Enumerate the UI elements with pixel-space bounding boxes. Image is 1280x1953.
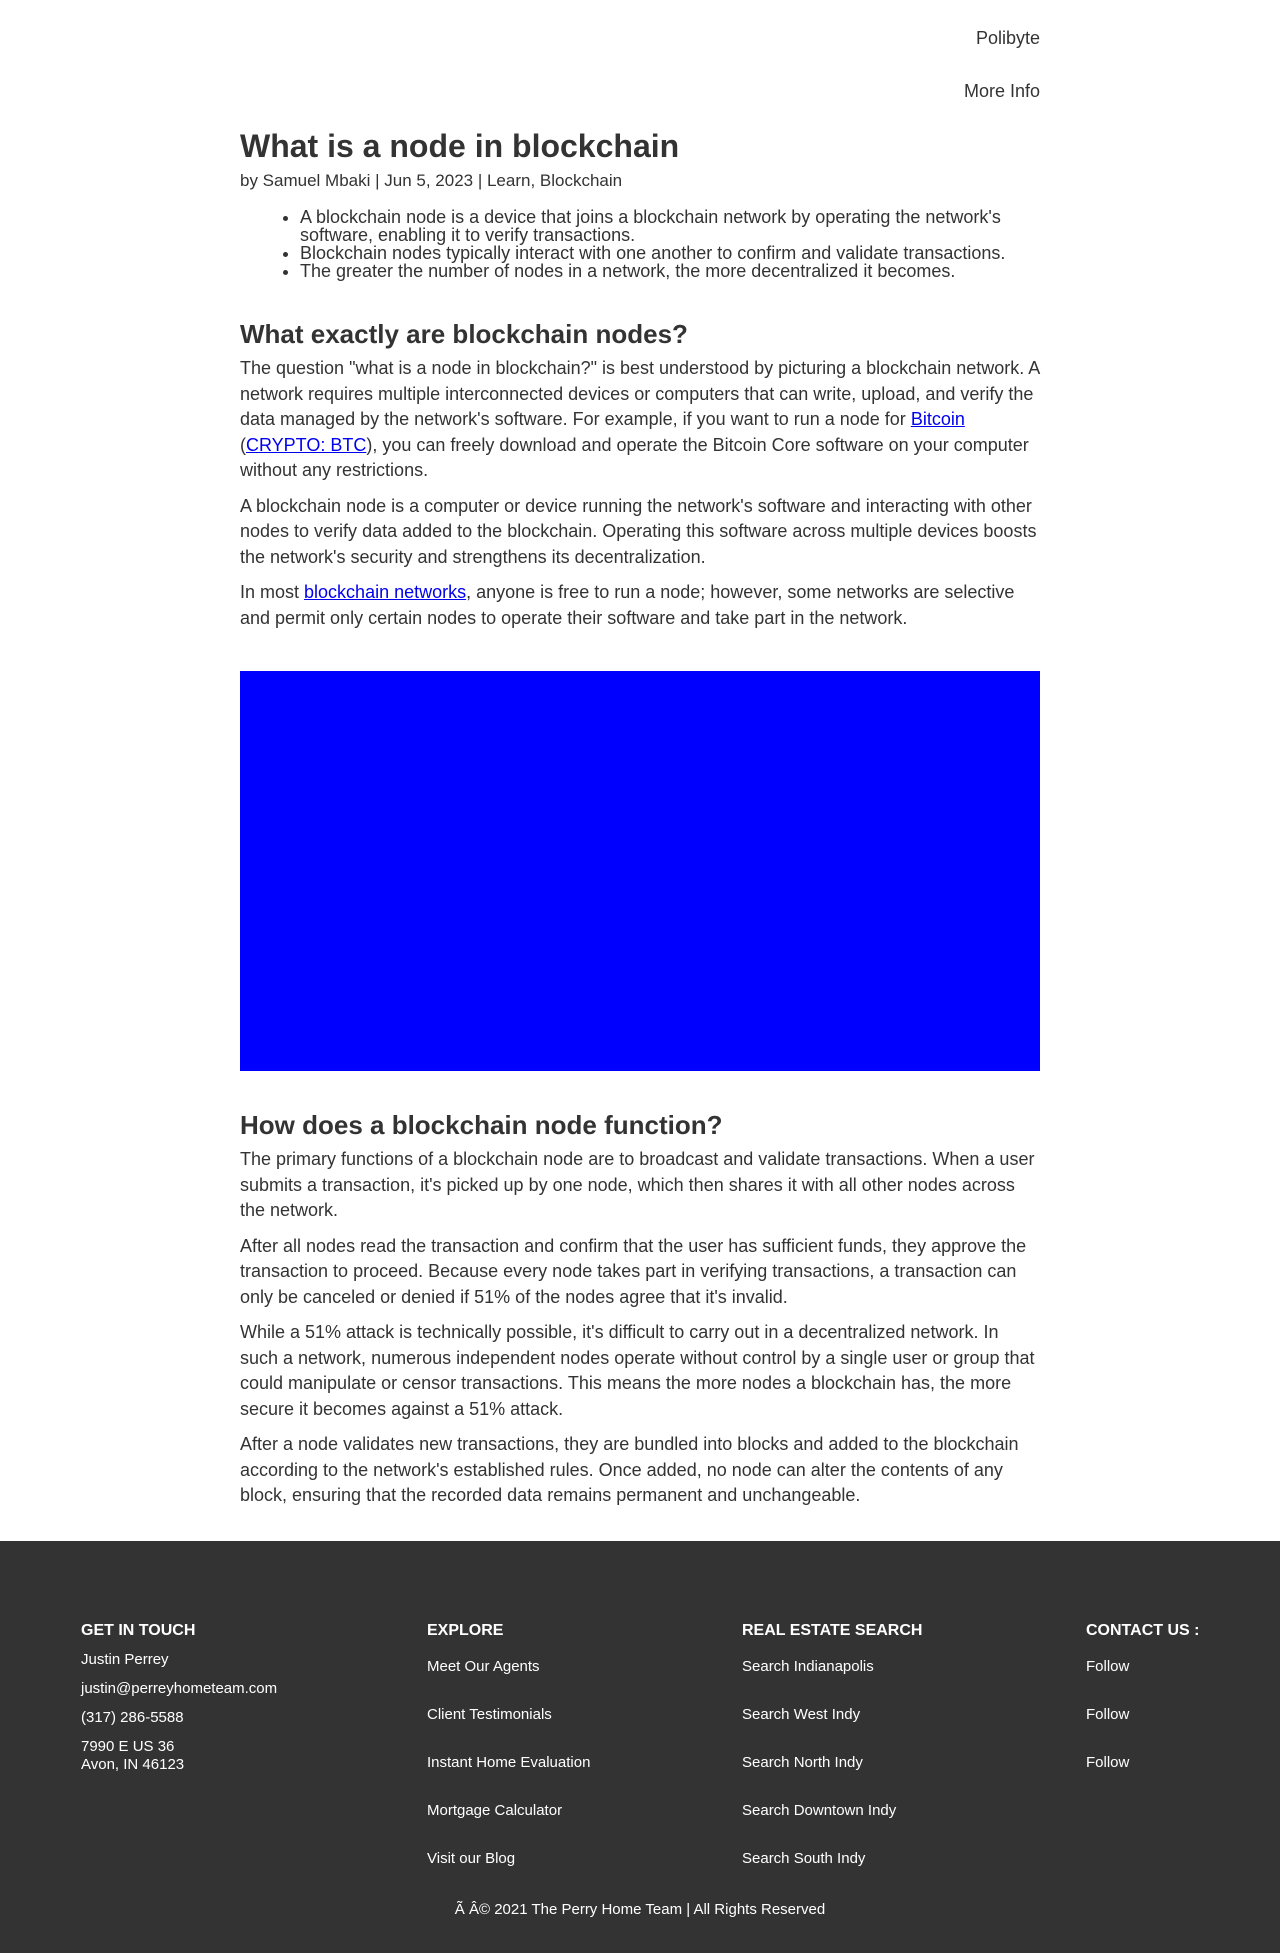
footer-link[interactable]: Meet Our Agents (427, 1658, 590, 1689)
follow-link[interactable]: Follow (1086, 1706, 1199, 1737)
footer-link[interactable]: Search South Indy (742, 1850, 922, 1881)
footer-link[interactable]: Search North Indy (742, 1754, 922, 1785)
paragraph: While a 51% attack is technically possib… (240, 1322, 1035, 1419)
nav-polibyte[interactable]: Polibyte (976, 28, 1040, 49)
footer-explore: EXPLORE Meet Our Agents Client Testimoni… (427, 1621, 590, 1881)
list-item: A blockchain node is a device that joins… (300, 208, 1040, 244)
copyright: Ã Â© 2021 The Perry Home Team | All Righ… (454, 1900, 826, 1918)
paragraph: In most blockchain networks, anyone is f… (240, 580, 1040, 631)
footer-get-in-touch: GET IN TOUCH Justin Perrey justin@perrey… (81, 1621, 277, 1785)
paragraph: The primary functions of a blockchain no… (240, 1149, 1035, 1220)
summary-list: A blockchain node is a device that joins… (240, 208, 1040, 280)
contact-name: Justin Perrey (81, 1650, 169, 1668)
paragraph: After a node validates new transactions,… (240, 1434, 1019, 1505)
footer-heading: GET IN TOUCH (81, 1621, 196, 1639)
footer-link[interactable]: Search Indianapolis (742, 1658, 922, 1689)
paragraph: A blockchain node is a computer or devic… (240, 495, 1037, 567)
section-heading: How does a blockchain node function? (240, 1110, 723, 1140)
footer-contact-us: CONTACT US : Follow Follow Follow (1086, 1621, 1199, 1785)
text: In most (240, 582, 305, 602)
paragraph: The question "what is a node in blockcha… (240, 356, 1040, 484)
footer-heading: REAL ESTATE SEARCH (742, 1621, 923, 1639)
post-meta: by Samuel Mbaki | Jun 5, 2023 | Learn, B… (240, 171, 623, 190)
blockchain-networks-link[interactable]: blockchain networks (304, 582, 466, 602)
footer-link[interactable]: Client Testimonials (427, 1706, 590, 1737)
list-item: The greater the number of nodes in a net… (300, 262, 1040, 280)
crypto-btc-link[interactable]: CRYPTO: BTC (246, 435, 366, 455)
footer-link[interactable]: Visit our Blog (427, 1850, 590, 1881)
top-nav: Polibyte More Info (240, 0, 1040, 128)
contact-phone: (317) 286-5588 (81, 1708, 184, 1726)
follow-link[interactable]: Follow (1086, 1658, 1199, 1689)
paragraph: After all nodes read the transaction and… (240, 1235, 1027, 1307)
footer-link[interactable]: Mortgage Calculator (427, 1802, 590, 1833)
contact-email: justin@perreyhometeam.com (81, 1679, 278, 1697)
footer-link[interactable]: Search Downtown Indy (742, 1802, 922, 1833)
contact-address: 7990 E US 36 (81, 1737, 175, 1755)
contact-address: Avon, IN 46123 (81, 1755, 185, 1773)
follow-link[interactable]: Follow (1086, 1754, 1199, 1785)
page-title: What is a node in blockchain (240, 128, 680, 164)
article-image (240, 671, 1040, 1071)
footer-heading: CONTACT US : (1086, 1621, 1200, 1639)
footer-heading: EXPLORE (427, 1621, 504, 1639)
footer-link[interactable]: Instant Home Evaluation (427, 1754, 590, 1785)
nav-more-info[interactable]: More Info (964, 81, 1040, 102)
footer-real-estate-search: REAL ESTATE SEARCH Search Indianapolis S… (742, 1621, 922, 1881)
bitcoin-link[interactable]: Bitcoin (911, 409, 965, 429)
footer: GET IN TOUCH Justin Perrey justin@perrey… (0, 1540, 1280, 1953)
main-content: Polibyte More Info What is a node in blo… (240, 0, 1040, 1509)
section-heading: What exactly are blockchain nodes? (240, 319, 688, 349)
footer-link[interactable]: Search West Indy (742, 1706, 922, 1737)
list-item: Blockchain nodes typically interact with… (300, 244, 1040, 262)
